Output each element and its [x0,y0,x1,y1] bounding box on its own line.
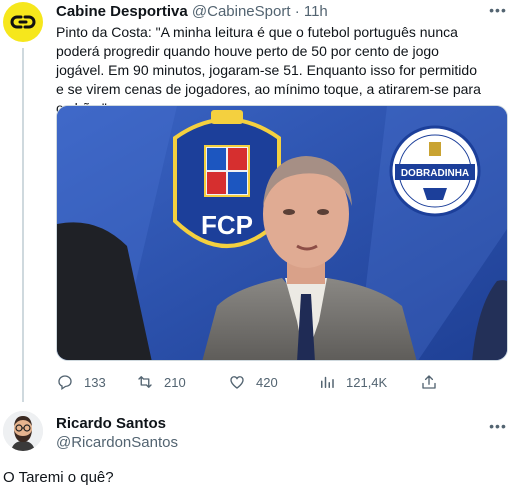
reply-icon [58,375,72,391]
avatar-cabine-desportiva[interactable] [3,2,43,42]
analytics-icon [321,376,334,388]
reply-author-handle[interactable]: @RicardonSantos [56,434,178,451]
tweet-actions: 133 210 420 121,4K [56,372,456,392]
share-action[interactable] [420,372,448,392]
bearded-man-avatar-icon [3,411,43,451]
reply-text: O Taremi o quê? [3,469,114,486]
tweet-text: Pinto da Costa: "A minha leitura é que o… [56,24,481,116]
thread-line [22,48,24,402]
retweet-icon [138,376,152,388]
reply-tweet[interactable]: Ricardo Santos @RicardonSantos ••• O Tar… [0,405,513,493]
crest-letters: FCP [201,210,253,240]
tweet-header: Cabine Desportiva @CabineSport · 11h [56,2,328,21]
views-count: 121,4K [346,374,388,390]
avatar-ricardo-santos[interactable] [3,411,43,451]
reply-author-name[interactable]: Ricardo Santos [56,415,166,432]
share-icon [422,375,436,389]
badge-text: DOBRADINHA [401,168,469,179]
tweet-media-photo[interactable]: FCP DOBRADINHA [56,105,508,361]
heart-icon [230,376,244,389]
retweet-action[interactable]: 210 [136,372,186,392]
more-options-icon[interactable]: ••• [488,3,508,23]
author-handle[interactable]: @CabineSport [192,3,291,20]
like-action[interactable]: 420 [228,372,278,392]
reply-action[interactable]: 133 [56,372,106,392]
dobradinha-badge: DOBRADINHA [389,125,481,217]
fcp-crest: FCP [173,110,281,248]
tweet-cabine-desportiva[interactable]: Cabine Desportiva @CabineSport · 11h •••… [0,0,513,405]
retweet-count: 210 [164,374,186,390]
separator-dot: · [294,3,300,20]
link-logo-icon [10,15,36,29]
photo-illustration: FCP DOBRADINHA [57,106,507,360]
reply-count: 133 [84,374,106,390]
tweet-timestamp[interactable]: 11h [304,3,328,20]
views-action[interactable]: 121,4K [318,372,387,392]
author-name[interactable]: Cabine Desportiva [56,3,188,20]
reply-more-options-icon[interactable]: ••• [488,419,508,439]
like-count: 420 [256,374,278,390]
